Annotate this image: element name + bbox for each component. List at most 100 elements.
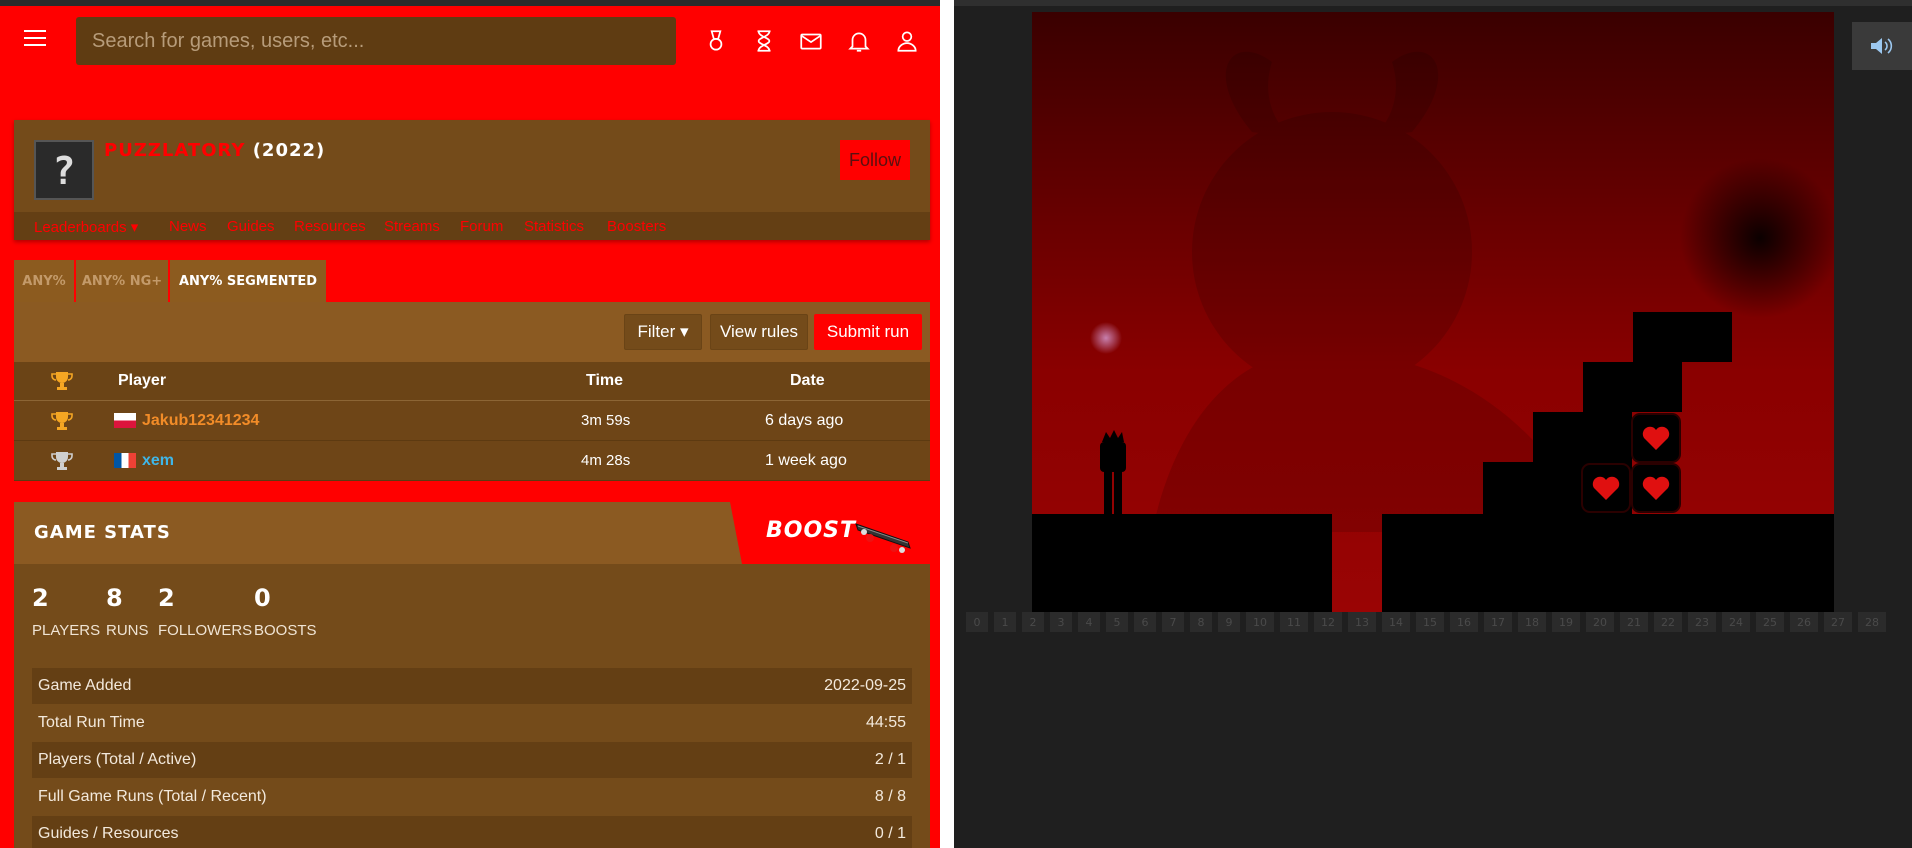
view-rules-button[interactable]: View rules — [710, 314, 808, 350]
nav-streams[interactable]: Streams — [384, 218, 440, 235]
level-button[interactable]: 7 — [1162, 612, 1184, 632]
level-button[interactable]: 17 — [1484, 612, 1512, 632]
game-cover: ? — [34, 140, 94, 200]
stat-value: 44:55 — [865, 714, 906, 731]
stat-value: 8 / 8 — [874, 788, 906, 805]
player-name[interactable]: Jakub12341234 — [142, 412, 259, 430]
follow-button[interactable]: Follow — [840, 140, 910, 180]
level-button[interactable]: 3 — [1050, 612, 1072, 632]
level-button[interactable]: 11 — [1280, 612, 1308, 632]
run-time: 4m 28s — [581, 452, 631, 469]
glowing-orb — [1090, 322, 1122, 354]
leaderboard-toolbar: Filter ▾ View rules Submit run — [14, 302, 930, 362]
level-button[interactable]: 19 — [1552, 612, 1580, 632]
boosts-count: 0 — [254, 584, 271, 612]
level-button[interactable]: 1 — [994, 612, 1016, 632]
game-name[interactable]: PUZZLATORY — [104, 140, 245, 161]
run-date: 1 week ago — [765, 451, 847, 469]
speaker-icon — [1871, 38, 1893, 54]
level-button[interactable]: 16 — [1450, 612, 1478, 632]
level-button[interactable]: 20 — [1586, 612, 1614, 632]
players-count: 2 — [32, 584, 49, 612]
level-button[interactable]: 21 — [1620, 612, 1648, 632]
submit-run-button[interactable]: Submit run — [814, 314, 922, 350]
level-button[interactable]: 23 — [1688, 612, 1716, 632]
nav-guides[interactable]: Guides — [227, 218, 275, 235]
gold-trophy-icon — [50, 401, 74, 440]
speedrun-page: ? PUZZLATORY (2022) Follow Leaderboards … — [0, 0, 940, 848]
level-button[interactable]: 4 — [1078, 612, 1100, 632]
tab-any-segmented[interactable]: ANY% SEGMENTED — [170, 260, 326, 302]
followers-count: 2 — [158, 584, 175, 612]
nav-statistics[interactable]: Statistics — [524, 218, 584, 235]
runs-count: 8 — [106, 584, 123, 612]
level-button[interactable]: 13 — [1348, 612, 1376, 632]
nav-boosters[interactable]: Boosters — [607, 218, 666, 235]
nav-leaderboards[interactable]: Leaderboards ▾ — [34, 218, 138, 236]
game-canvas[interactable] — [1032, 12, 1834, 612]
user-icon[interactable] — [894, 28, 920, 54]
stat-row: Game Added 2022-09-25 — [32, 668, 912, 704]
stat-row: Players (Total / Active) 2 / 1 — [32, 742, 912, 778]
level-button[interactable]: 24 — [1722, 612, 1750, 632]
heart-block[interactable] — [1581, 463, 1631, 513]
level-button[interactable]: 2 — [1022, 612, 1044, 632]
nav-forum[interactable]: Forum — [460, 218, 503, 235]
filter-button[interactable]: Filter ▾ — [624, 314, 702, 350]
heart-block[interactable] — [1631, 413, 1681, 463]
heart-block[interactable] — [1631, 463, 1681, 513]
game-stats-title: GAME STATS — [34, 522, 171, 543]
stat-row: Full Game Runs (Total / Recent) 8 / 8 — [32, 779, 912, 815]
table-row[interactable]: Jakub12341234 3m 59s 6 days ago — [14, 401, 930, 441]
hourglass-icon[interactable] — [751, 28, 777, 54]
tab-any-ng[interactable]: ANY% NG+ — [76, 260, 168, 302]
level-button[interactable]: 9 — [1218, 612, 1240, 632]
level-button[interactable]: 6 — [1134, 612, 1156, 632]
ground-platform — [1032, 514, 1332, 612]
boost-label: BOOST — [766, 518, 857, 543]
level-selector: 0 1 2 3 4 5 6 7 8 9 10 11 12 13 14 15 16 17 18 19 20 21 22 23 24… — [966, 612, 1906, 632]
poland-flag-icon — [114, 413, 136, 428]
stat-label: Guides / Resources — [38, 825, 179, 842]
level-button[interactable]: 26 — [1790, 612, 1818, 632]
run-time: 3m 59s — [581, 412, 631, 429]
table-row[interactable]: xem 4m 28s 1 week ago — [14, 441, 930, 481]
bell-icon[interactable] — [846, 28, 872, 54]
search-input[interactable] — [76, 17, 676, 65]
player-cell[interactable]: Jakub12341234 — [114, 401, 259, 440]
level-button[interactable]: 15 — [1416, 612, 1444, 632]
level-button[interactable]: 8 — [1190, 612, 1212, 632]
stat-label: Full Game Runs (Total / Recent) — [38, 788, 267, 805]
level-button[interactable]: 25 — [1756, 612, 1784, 632]
game-year: (2022) — [252, 140, 326, 161]
sound-toggle-button[interactable] — [1852, 22, 1912, 70]
game-header-card: ? PUZZLATORY (2022) Follow Leaderboards … — [14, 120, 930, 240]
level-button[interactable]: 28 — [1858, 612, 1886, 632]
level-button[interactable]: 27 — [1824, 612, 1852, 632]
level-button[interactable]: 18 — [1518, 612, 1546, 632]
nav-news[interactable]: News — [169, 218, 207, 235]
followers-label: FOLLOWERS — [158, 622, 253, 639]
boost-button[interactable]: BOOST — [730, 502, 930, 564]
players-label: PLAYERS — [32, 622, 101, 639]
level-button[interactable]: 10 — [1246, 612, 1274, 632]
level-button[interactable]: 0 — [966, 612, 988, 632]
level-button[interactable]: 5 — [1106, 612, 1128, 632]
player-cell[interactable]: xem — [114, 441, 174, 480]
level-button[interactable]: 22 — [1654, 612, 1682, 632]
game-nav: Leaderboards ▾ News Guides Resources Str… — [14, 212, 930, 240]
player-name[interactable]: xem — [142, 452, 174, 470]
tab-any[interactable]: ANY% — [14, 260, 74, 302]
stat-value: 0 / 1 — [874, 825, 906, 842]
trophy-icon — [50, 362, 74, 400]
nav-resources[interactable]: Resources — [294, 218, 366, 235]
menu-icon[interactable] — [24, 30, 46, 48]
france-flag-icon — [114, 453, 136, 468]
stat-value: 2 / 1 — [874, 751, 906, 768]
mail-icon[interactable] — [798, 28, 824, 54]
level-button[interactable]: 14 — [1382, 612, 1410, 632]
stat-row: Total Run Time 44:55 — [32, 705, 912, 741]
game-stats-panel: GAME STATS BOOST 2 PLAYERS 8 RUNS 2 FOLL… — [14, 502, 930, 848]
level-button[interactable]: 12 — [1314, 612, 1342, 632]
medal-icon[interactable] — [703, 28, 729, 54]
